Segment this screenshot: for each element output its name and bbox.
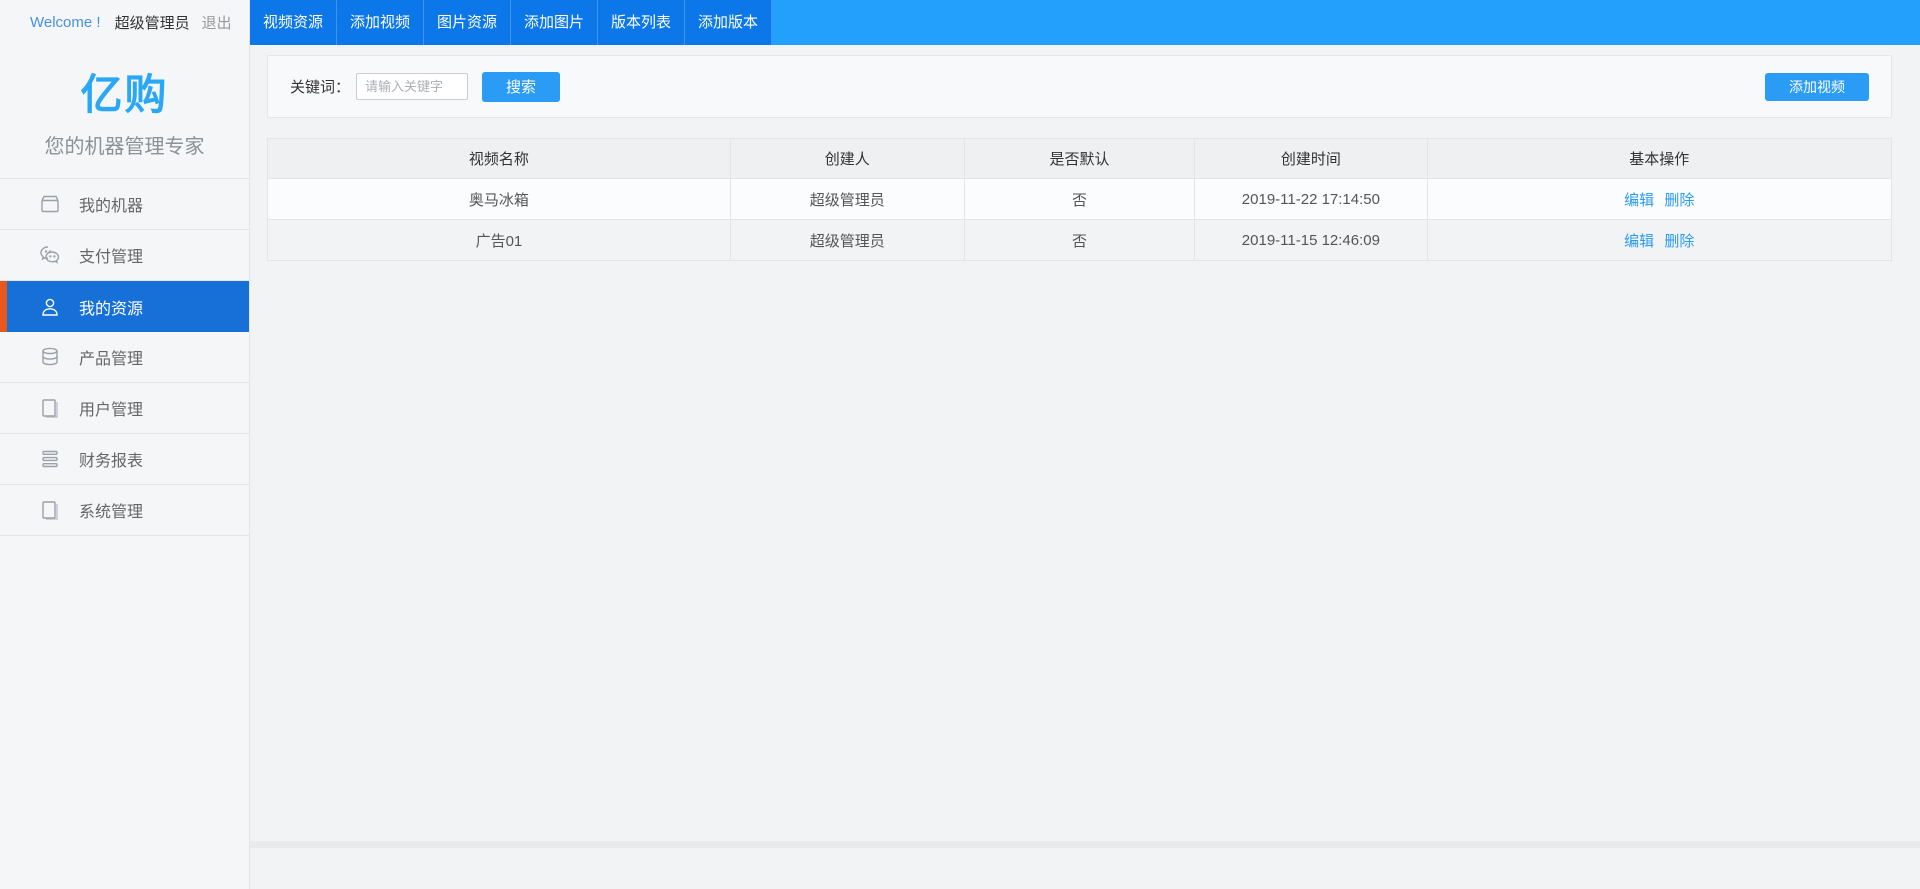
content-panel: 关键词： 搜索 添加视频 视频名称 创建人 是否默认 创建时间 基本操作 — [250, 55, 1920, 848]
tab-add-version[interactable]: 添加版本 — [685, 0, 772, 45]
col-creator: 创建人 — [730, 139, 964, 179]
sidebar-item-products[interactable]: 产品管理 — [0, 332, 249, 383]
wechat-pay-icon — [38, 243, 62, 267]
table-row: 奥马冰箱 超级管理员 否 2019-11-22 17:14:50 编辑 删除 — [268, 179, 1892, 220]
keyword-input[interactable] — [356, 73, 468, 100]
col-video-name: 视频名称 — [268, 139, 731, 179]
table-row: 广告01 超级管理员 否 2019-11-15 12:46:09 编辑 删除 — [268, 220, 1892, 261]
sidebar-item-label: 我的机器 — [79, 192, 143, 216]
welcome-text: Welcome ! — [30, 14, 101, 31]
col-created-at: 创建时间 — [1195, 139, 1427, 179]
cell-is-default: 否 — [964, 220, 1195, 261]
sidebar-item-my-machines[interactable]: 我的机器 — [0, 179, 249, 230]
logout-link[interactable]: 退出 — [202, 12, 232, 33]
sidebar-menu: 我的机器 支付管理 我的资源 产品管理 用户管理 — [0, 178, 249, 536]
cell-creator: 超级管理员 — [730, 220, 964, 261]
sidebar-item-label: 财务报表 — [79, 447, 143, 471]
cell-created-at: 2019-11-22 17:14:50 — [1195, 179, 1427, 220]
video-table-wrap: 视频名称 创建人 是否默认 创建时间 基本操作 奥马冰箱 超级管理员 否 201… — [267, 138, 1892, 261]
database-icon — [38, 345, 62, 369]
edit-link[interactable]: 编辑 — [1624, 192, 1654, 209]
cell-actions: 编辑 删除 — [1427, 220, 1892, 261]
search-button[interactable]: 搜索 — [482, 72, 560, 102]
documents-icon — [38, 396, 62, 420]
col-is-default: 是否默认 — [964, 139, 1195, 179]
cell-is-default: 否 — [964, 179, 1195, 220]
main-area: 视频资源 添加视频 图片资源 添加图片 版本列表 添加版本 关键词： 搜索 添加… — [250, 0, 1920, 889]
tab-add-video[interactable]: 添加视频 — [337, 0, 424, 45]
sidebar-item-payments[interactable]: 支付管理 — [0, 230, 249, 281]
sidebar-item-label: 我的资源 — [79, 295, 143, 319]
sidebar-item-users[interactable]: 用户管理 — [0, 383, 249, 434]
machine-icon — [38, 192, 62, 216]
tab-image-resources[interactable]: 图片资源 — [424, 0, 511, 45]
cell-video-name: 奥马冰箱 — [268, 179, 731, 220]
top-nav-tabs: 视频资源 添加视频 图片资源 添加图片 版本列表 添加版本 — [250, 0, 772, 45]
sidebar: Welcome ! 超级管理员 退出 亿购 您的机器管理专家 我的机器 支付管理… — [0, 0, 250, 889]
top-nav: 视频资源 添加视频 图片资源 添加图片 版本列表 添加版本 — [250, 0, 1920, 45]
sidebar-item-system[interactable]: 系统管理 — [0, 485, 249, 536]
add-video-button[interactable]: 添加视频 — [1765, 73, 1869, 101]
sidebar-item-label: 支付管理 — [79, 243, 143, 267]
search-panel: 关键词： 搜索 添加视频 — [267, 55, 1892, 118]
col-actions: 基本操作 — [1427, 139, 1892, 179]
sidebar-item-finance-reports[interactable]: 财务报表 — [0, 434, 249, 485]
delete-link[interactable]: 删除 — [1664, 192, 1694, 209]
brand-block: 亿购 您的机器管理专家 — [0, 45, 249, 178]
user-bar: Welcome ! 超级管理员 退出 — [0, 0, 249, 45]
sidebar-item-label: 产品管理 — [79, 345, 143, 369]
cell-created-at: 2019-11-15 12:46:09 — [1195, 220, 1427, 261]
user-icon — [38, 295, 62, 319]
sidebar-item-my-resources[interactable]: 我的资源 — [0, 281, 249, 332]
cell-video-name: 广告01 — [268, 220, 731, 261]
table-header-row: 视频名称 创建人 是否默认 创建时间 基本操作 — [268, 139, 1892, 179]
keyword-label: 关键词： — [290, 76, 350, 97]
app-logo: 亿购 — [0, 61, 249, 122]
current-username: 超级管理员 — [115, 12, 190, 33]
documents-icon — [38, 498, 62, 522]
sidebar-item-label: 系统管理 — [79, 498, 143, 522]
edit-link[interactable]: 编辑 — [1624, 233, 1654, 250]
video-table: 视频名称 创建人 是否默认 创建时间 基本操作 奥马冰箱 超级管理员 否 201… — [267, 138, 1892, 261]
tab-version-list[interactable]: 版本列表 — [598, 0, 685, 45]
report-icon — [38, 447, 62, 471]
tab-video-resources[interactable]: 视频资源 — [250, 0, 337, 45]
cell-creator: 超级管理员 — [730, 179, 964, 220]
brand-tagline: 您的机器管理专家 — [0, 130, 249, 159]
delete-link[interactable]: 删除 — [1664, 233, 1694, 250]
cell-actions: 编辑 删除 — [1427, 179, 1892, 220]
sidebar-item-label: 用户管理 — [79, 396, 143, 420]
tab-add-image[interactable]: 添加图片 — [511, 0, 598, 45]
